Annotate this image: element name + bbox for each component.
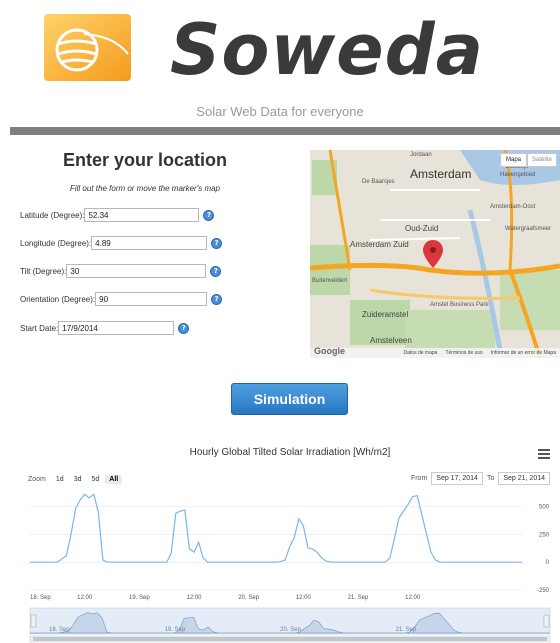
x-tick-label: 18. Sep	[30, 595, 51, 601]
to-date-input[interactable]: Sep 21, 2014	[498, 472, 550, 485]
map-view-button[interactable]: Mapa	[500, 153, 527, 167]
map-report-link[interactable]: Informar de un error de Mapa	[491, 350, 556, 356]
zoom-all-button[interactable]: All	[105, 474, 123, 484]
latitude-label: Latitude (Degree):	[20, 210, 85, 220]
form-hint: Fill out the form or move the marker's m…	[69, 184, 221, 193]
zoom-3d-button[interactable]: 3d	[69, 474, 86, 484]
start-date-input[interactable]	[58, 321, 175, 335]
chart-menu-icon[interactable]	[538, 449, 550, 459]
map-label-business-park: Amstel Business Park	[430, 302, 489, 308]
orientation-label: Orientation (Degree):	[20, 294, 96, 304]
y-tick-label: -250	[537, 588, 550, 594]
start-date-help-icon[interactable]: ?	[178, 322, 190, 334]
x-tick-label: 20. Sep	[238, 595, 259, 601]
google-logo: Google	[314, 346, 345, 356]
tagline: Solar Web Data for everyone	[196, 104, 364, 119]
tilt-label: Tilt (Degree):	[20, 266, 67, 276]
zoom-5d-button[interactable]: 5d	[87, 474, 104, 484]
map-label-amstelveen: Amstelveen	[370, 336, 412, 345]
orientation-row: Orientation (Degree): ?	[20, 292, 223, 306]
map-label-south: Amsterdam Zuid	[350, 240, 409, 249]
map-footer: Datos de mapa Términos de uso Informar d…	[310, 348, 560, 358]
latitude-help-icon[interactable]: ?	[203, 209, 215, 221]
map-label-havengebied: Havengebied	[500, 172, 536, 178]
brand-name: Soweda	[170, 9, 484, 91]
longitude-row: Longitude (Degree): ?	[20, 236, 223, 250]
navigator-label: 18. Sep	[49, 627, 70, 633]
header-divider	[10, 127, 560, 135]
map-label-jordaan: Jordaan	[410, 152, 432, 158]
latitude-row: Latitude (Degree): ?	[20, 208, 215, 222]
to-label: To	[486, 475, 495, 482]
form-title: Enter your location	[62, 150, 228, 170]
map-label-oost: Amsterdam-Oost	[490, 204, 536, 210]
orientation-input[interactable]	[95, 292, 208, 306]
tilt-input[interactable]	[66, 264, 207, 278]
map-label-buitenveldert: Buitenveldert	[312, 278, 348, 284]
map-tiles	[310, 150, 560, 358]
sun-logo-icon	[44, 14, 131, 81]
latitude-input[interactable]	[84, 208, 200, 222]
irradiation-chart: 500 250 0 -250 18. Sep 12:00 19. Sep 12:00 20. …	[29, 493, 551, 643]
date-range-bar: From Sep 17, 2014 To Sep 21, 2014	[411, 472, 550, 485]
y-tick-label: 0	[546, 560, 550, 566]
map-label-zuideramstel: Zuideramstel	[362, 310, 409, 319]
x-tick-label: 19. Sep	[129, 595, 150, 601]
location-map[interactable]: Amsterdam Amsterdam Zuid Oud-Zuid Zuider…	[310, 150, 560, 358]
orientation-help-icon[interactable]: ?	[211, 293, 223, 305]
x-tick-label: 12:00	[77, 595, 93, 601]
y-tick-label: 500	[539, 505, 550, 511]
from-date-input[interactable]: Sep 17, 2014	[431, 472, 483, 485]
x-tick-label: 12:00	[296, 595, 312, 601]
map-label-watergraafsmeer: Watergraafsmeer	[505, 226, 552, 232]
x-tick-label: 12:00	[405, 595, 421, 601]
navigator-label: 19. Sep	[165, 627, 186, 633]
y-tick-label: 250	[539, 532, 550, 538]
navigator-label: 20. Sep	[280, 627, 301, 633]
map-label-oud-zuid: Oud-Zuid	[405, 224, 439, 233]
x-tick-label: 21. Sep	[348, 595, 369, 601]
start-date-label: Start Date:	[20, 323, 59, 333]
map-data-link[interactable]: Datos de mapa	[404, 350, 438, 356]
zoom-1d-button[interactable]: 1d	[51, 474, 68, 484]
simulation-button[interactable]: Simulation	[231, 383, 348, 415]
chart-scrollbar-thumb[interactable]	[33, 637, 547, 641]
longitude-input[interactable]	[91, 236, 208, 250]
longitude-help-icon[interactable]: ?	[211, 237, 223, 249]
navigator-label: 21. Sep	[396, 627, 417, 633]
longitude-label: Longitude (Degree):	[20, 238, 92, 248]
satellite-view-button[interactable]: Satélite	[527, 153, 557, 167]
map-label-de-baarsjes: De Baarsjes	[362, 179, 395, 185]
from-label: From	[410, 475, 428, 482]
navigator-right-handle[interactable]	[543, 614, 550, 628]
zoom-bar: Zoom 1d 3d 5d All	[28, 473, 123, 485]
chart-title: Hourly Global Tilted Solar Irradiation […	[189, 447, 391, 458]
navigator-left-handle[interactable]	[30, 614, 37, 628]
x-tick-label: 12:00	[186, 595, 202, 601]
tilt-help-icon[interactable]: ?	[210, 265, 222, 277]
map-terms-link[interactable]: Términos de uso	[445, 350, 482, 356]
start-date-row: Start Date: ?	[20, 321, 190, 335]
tilt-row: Tilt (Degree): ?	[20, 264, 222, 278]
irradiation-series-line	[30, 493, 522, 563]
zoom-label: Zoom	[28, 475, 46, 483]
map-label-city: Amsterdam	[410, 167, 472, 181]
